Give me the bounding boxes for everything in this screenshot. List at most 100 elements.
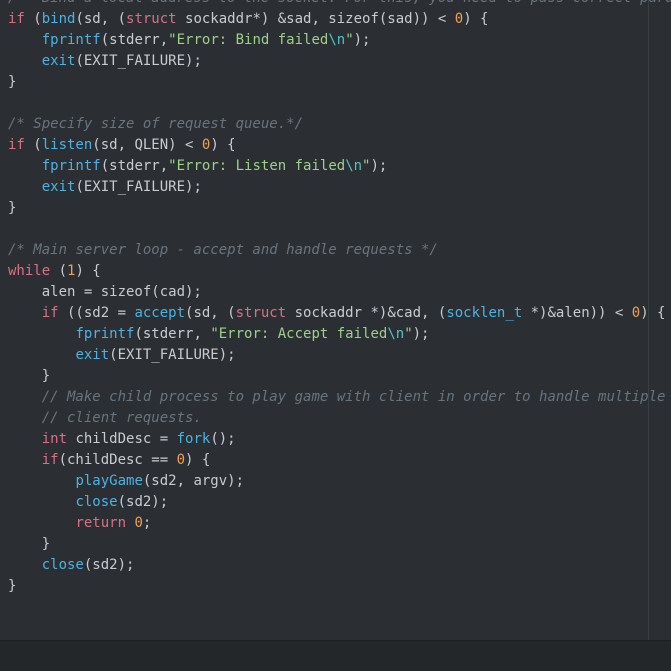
code-token: fprintf — [75, 326, 135, 342]
code-token: while — [8, 263, 51, 279]
code-token: close — [41, 557, 84, 573]
code-token: " — [404, 326, 413, 342]
code-token: ); — [353, 32, 371, 48]
code-token: ) { — [640, 305, 666, 321]
code-token: (sd, QLEN) < — [92, 137, 202, 153]
code-line[interactable] — [8, 93, 671, 114]
code-token: if — [41, 452, 59, 468]
code-token: childDesc = — [67, 431, 177, 447]
code-line[interactable]: int childDesc = fork(); — [8, 429, 671, 450]
code-token: ) { — [210, 137, 236, 153]
code-token: (sd2); — [117, 494, 169, 510]
code-token: ((sd2 = — [58, 305, 135, 321]
code-token: "Error: Listen failed — [168, 158, 346, 174]
code-line[interactable]: /* Main server loop - accept and handle … — [8, 240, 671, 261]
code-line[interactable]: /* Specify size of request queue.*/ — [8, 114, 671, 135]
code-token: ); — [370, 158, 388, 174]
code-token: accept — [134, 305, 186, 321]
code-line[interactable]: if ((sd2 = accept(sd, (struct sockaddr *… — [8, 303, 671, 324]
code-line[interactable]: /* Bind a local address to the socket. F… — [8, 0, 671, 9]
code-token: if — [41, 305, 59, 321]
code-token: 0 — [176, 452, 186, 468]
code-token: ( — [24, 137, 42, 153]
code-token: } — [8, 536, 51, 552]
code-line[interactable]: exit(EXIT_FAILURE); — [8, 51, 671, 72]
code-token: bind — [41, 11, 76, 27]
code-line[interactable]: } — [8, 576, 671, 597]
code-token: "Error: Bind failed — [168, 32, 329, 48]
code-token: } — [8, 368, 51, 384]
code-editor[interactable]: /* Bind a local address to the socket. F… — [0, 0, 671, 671]
code-token: if — [8, 137, 25, 153]
code-line[interactable]: } — [8, 534, 671, 555]
code-token: close — [75, 494, 118, 510]
code-token: \n — [387, 326, 405, 342]
code-token: (EXIT_FAILURE); — [75, 53, 202, 69]
code-line[interactable]: exit(EXIT_FAILURE); — [8, 345, 671, 366]
code-line[interactable]: } — [8, 366, 671, 387]
code-token: exit — [41, 53, 76, 69]
code-token: (EXIT_FAILURE); — [75, 179, 202, 195]
code-area[interactable]: /* Bind a local address to the socket. F… — [8, 0, 671, 597]
code-token: exit — [41, 179, 76, 195]
code-line[interactable]: // client requests. — [8, 408, 671, 429]
code-token: ) { — [185, 452, 211, 468]
code-token: \n — [328, 32, 346, 48]
code-line[interactable]: close(sd2); — [8, 555, 671, 576]
code-line[interactable]: } — [8, 72, 671, 93]
code-token: fork — [176, 431, 211, 447]
code-token: 0 — [134, 515, 143, 531]
code-line[interactable]: fprintf(stderr,"Error: Listen failed\n")… — [8, 156, 671, 177]
code-token: (EXIT_FAILURE); — [109, 347, 236, 363]
code-token: ( — [50, 263, 68, 279]
code-token: struct — [235, 305, 287, 321]
code-line[interactable]: alen = sizeof(cad); — [8, 282, 671, 303]
code-token: } — [8, 200, 17, 216]
wrap-guide — [648, 0, 649, 640]
code-token: } — [8, 74, 17, 90]
code-token: (stderr, — [100, 32, 169, 48]
code-line[interactable] — [8, 219, 671, 240]
code-line[interactable]: close(sd2); — [8, 492, 671, 513]
code-token: *)&alen)) < — [522, 305, 632, 321]
code-token: (sd, ( — [185, 305, 236, 321]
code-line[interactable]: if (listen(sd, QLEN) < 0) { — [8, 135, 671, 156]
code-line[interactable]: return 0; — [8, 513, 671, 534]
code-line[interactable]: } — [8, 198, 671, 219]
code-line[interactable]: while (1) { — [8, 261, 671, 282]
code-token: return — [75, 515, 127, 531]
code-token: (stderr, — [100, 158, 169, 174]
code-token: (sd2, argv); — [142, 473, 245, 489]
code-token: 0 — [631, 305, 641, 321]
code-token: (childDesc == — [58, 452, 177, 468]
code-line[interactable]: playGame(sd2, argv); — [8, 471, 671, 492]
code-line[interactable]: fprintf(stderr,"Error: Bind failed\n"); — [8, 30, 671, 51]
code-token: " — [345, 32, 354, 48]
code-token: exit — [75, 347, 110, 363]
code-token: // client requests. — [41, 410, 202, 426]
code-line[interactable]: // Make child process to play game with … — [8, 387, 671, 408]
code-token: \n — [345, 158, 363, 174]
code-token: playGame — [75, 473, 143, 489]
code-token: ; — [142, 515, 152, 531]
code-line[interactable]: exit(EXIT_FAILURE); — [8, 177, 671, 198]
code-line[interactable]: if (bind(sd, (struct sockaddr*) &sad, si… — [8, 9, 671, 30]
code-line[interactable]: if(childDesc == 0) { — [8, 450, 671, 471]
code-token: socklen_t — [446, 305, 523, 321]
code-token: alen = sizeof(cad); — [8, 284, 202, 300]
code-line[interactable]: fprintf(stderr, "Error: Accept failed\n"… — [8, 324, 671, 345]
code-token: ( — [24, 11, 42, 27]
status-bar — [0, 640, 671, 671]
